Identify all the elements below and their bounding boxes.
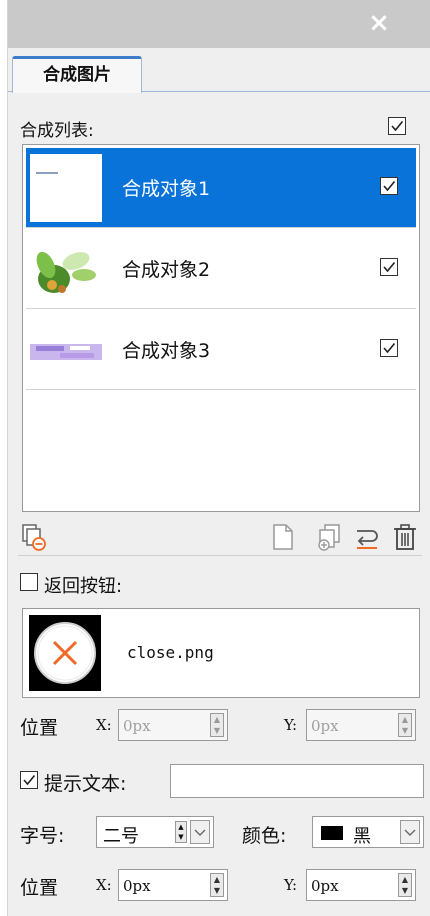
list-toolbar bbox=[18, 518, 422, 556]
color-swatch bbox=[321, 826, 343, 840]
item-checkbox[interactable] bbox=[380, 339, 398, 357]
x-label: X: bbox=[96, 716, 112, 734]
y-position-value: 0px bbox=[311, 877, 339, 895]
x-position-value: 0px bbox=[123, 877, 151, 895]
composite-list-header: 合成列表: bbox=[20, 112, 420, 141]
check-icon bbox=[383, 342, 396, 354]
font-size-value: 二号 bbox=[103, 826, 139, 847]
x-position-value: 0px bbox=[123, 717, 151, 735]
font-color-select[interactable]: 黑 bbox=[312, 816, 424, 848]
check-icon bbox=[383, 261, 396, 273]
composite-list-label: 合成列表: bbox=[20, 121, 94, 141]
stepper-arrows-icon[interactable]: ▲ ▼ bbox=[398, 713, 412, 737]
chevron-down-icon[interactable] bbox=[190, 820, 210, 844]
replace-icon[interactable] bbox=[352, 522, 382, 552]
font-color-label: 颜色: bbox=[242, 825, 287, 847]
list-item-composite-3[interactable]: 合成对象3 bbox=[26, 310, 416, 390]
list-item-label: 合成对象3 bbox=[122, 340, 211, 362]
properties-panel: 合成图片 合成列表: 合成对象1 合成对象2 合成对象3 返回按钮: close… bbox=[8, 48, 430, 916]
stepper-arrows-icon[interactable]: ▲ ▼ bbox=[175, 821, 187, 843]
y-position-value: 0px bbox=[311, 717, 339, 735]
left-edge bbox=[0, 0, 8, 916]
font-style-row: 字号: 二号 ▲ ▼ 颜色: 黑 bbox=[20, 816, 424, 850]
back-button-checkbox[interactable] bbox=[20, 573, 38, 591]
y-label: Y: bbox=[284, 876, 298, 894]
y-position-stepper[interactable]: 0px ▲ ▼ bbox=[306, 709, 416, 741]
green-flower-thumbnail bbox=[30, 235, 102, 303]
tip-text-checkbox[interactable] bbox=[20, 771, 38, 789]
position-label: 位置 bbox=[20, 717, 59, 739]
back-button-row: 返回按钮: bbox=[20, 568, 320, 598]
check-icon bbox=[391, 120, 404, 132]
tab-composite-image[interactable]: 合成图片 bbox=[12, 56, 142, 93]
position-label: 位置 bbox=[20, 877, 59, 899]
tip-text-position-row: 位置 X: 0px ▲ ▼ Y: 0px ▲ ▼ bbox=[20, 868, 424, 902]
copy-remove-icon[interactable] bbox=[20, 522, 50, 552]
y-position-stepper[interactable]: 0px ▲ ▼ bbox=[306, 869, 416, 901]
list-item-composite-1[interactable]: 合成对象1 bbox=[26, 148, 416, 228]
delete-icon[interactable] bbox=[390, 522, 420, 552]
y-label: Y: bbox=[284, 716, 298, 734]
white-page-thumbnail bbox=[30, 154, 102, 222]
purple-banner-thumbnail bbox=[30, 316, 102, 384]
title-bar: × bbox=[8, 0, 430, 48]
stepper-arrows-icon[interactable]: ▲ ▼ bbox=[210, 713, 224, 737]
font-color-value: 黑 bbox=[353, 826, 371, 847]
back-button-label: 返回按钮: bbox=[44, 576, 123, 597]
duplicate-add-icon[interactable] bbox=[314, 522, 344, 552]
list-item-composite-2[interactable]: 合成对象2 bbox=[26, 229, 416, 309]
x-position-stepper[interactable]: 0px ▲ ▼ bbox=[118, 709, 228, 741]
check-icon bbox=[383, 180, 396, 192]
stepper-arrows-icon[interactable]: ▲ ▼ bbox=[398, 873, 412, 897]
back-button-image-picker[interactable]: close.png bbox=[22, 608, 420, 698]
stepper-arrows-icon[interactable]: ▲ ▼ bbox=[210, 873, 224, 897]
font-size-label: 字号: bbox=[20, 825, 65, 847]
tip-text-input[interactable] bbox=[170, 764, 424, 798]
font-size-select[interactable]: 二号 ▲ ▼ bbox=[96, 816, 214, 848]
close-circle-icon bbox=[29, 615, 101, 691]
image-file-name: close.png bbox=[127, 643, 214, 662]
check-icon bbox=[23, 774, 36, 786]
composite-list[interactable]: 合成对象1 合成对象2 合成对象3 bbox=[22, 144, 420, 512]
tip-text-label: 提示文本: bbox=[44, 773, 127, 795]
chevron-down-icon[interactable] bbox=[400, 820, 420, 844]
list-item-label: 合成对象1 bbox=[122, 178, 211, 200]
back-button-position-row: 位置 X: 0px ▲ ▼ Y: 0px ▲ ▼ bbox=[20, 708, 424, 742]
x-label: X: bbox=[96, 876, 112, 894]
close-button[interactable]: × bbox=[364, 8, 394, 38]
tab-bar: 合成图片 bbox=[8, 48, 430, 93]
new-page-icon[interactable] bbox=[268, 522, 298, 552]
list-item-label: 合成对象2 bbox=[122, 259, 211, 281]
item-checkbox[interactable] bbox=[380, 177, 398, 195]
select-all-checkbox[interactable] bbox=[388, 117, 406, 135]
tip-text-row: 提示文本: bbox=[20, 764, 424, 798]
item-checkbox[interactable] bbox=[380, 258, 398, 276]
x-position-stepper[interactable]: 0px ▲ ▼ bbox=[118, 869, 228, 901]
